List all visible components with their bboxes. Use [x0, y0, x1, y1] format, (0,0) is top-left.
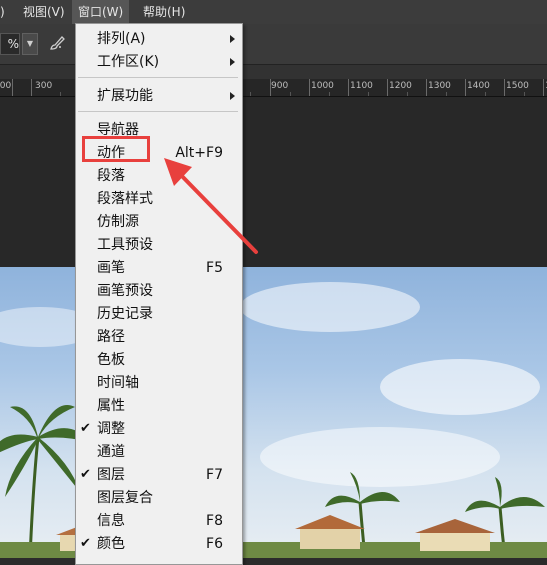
menu-item-shortcut: F6: [206, 536, 223, 552]
menu-item-shortcut: F8: [206, 513, 223, 529]
menu-item-workspace[interactable]: 工作区(K): [76, 51, 242, 73]
checkmark-icon: ✔: [80, 536, 91, 551]
submenu-arrow-icon: [230, 58, 235, 66]
checkmark-icon: ✔: [80, 421, 91, 436]
menu-view[interactable]: 视图(V): [17, 0, 71, 24]
menu-item-label: 属性: [97, 398, 125, 414]
menu-separator: [78, 77, 238, 78]
menu-bar: ) 视图(V) 窗口(W) 帮助(H): [0, 0, 547, 24]
menu-item-brush[interactable]: 画笔 F5: [76, 257, 242, 279]
menu-item-history[interactable]: 历史记录: [76, 303, 242, 325]
menu-item-label: 通道: [97, 444, 125, 460]
menu-item-color[interactable]: ✔ 颜色 F6: [76, 533, 242, 555]
menu-item-clone-source[interactable]: 仿制源: [76, 211, 242, 233]
ruler-label: 1400: [467, 81, 490, 91]
menu-item-label: 工作区(K): [97, 54, 160, 70]
menu-item-label: 扩展功能: [97, 88, 153, 104]
menu-item-shortcut: Alt+F9: [175, 145, 223, 161]
menu-item-brush-presets[interactable]: 画笔预设: [76, 280, 242, 302]
submenu-arrow-icon: [230, 92, 235, 100]
menu-item-label: 工具预设: [97, 237, 153, 253]
window-menu-dropdown: 排列(A) 工作区(K) 扩展功能 导航器 动作 Alt+F9 段落 段落样式 …: [75, 23, 243, 565]
menu-item-shortcut: F7: [206, 467, 223, 483]
menu-item-extensions[interactable]: 扩展功能: [76, 85, 242, 107]
menu-item-shortcut: F5: [206, 260, 223, 276]
menu-item-label: 画笔: [97, 260, 125, 276]
menu-item-label: 图层: [97, 467, 125, 483]
submenu-arrow-icon: [230, 35, 235, 43]
ruler-label: 900: [271, 81, 289, 91]
menu-item-label: 段落样式: [97, 191, 153, 207]
menu-item-layer-comps[interactable]: 图层复合: [76, 487, 242, 509]
ruler-label: 1300: [428, 81, 451, 91]
menu-item-tool-presets[interactable]: 工具预设: [76, 234, 242, 256]
menu-item-label: 历史记录: [97, 306, 153, 322]
menu-item-label: 信息: [97, 513, 125, 529]
annotation-highlight-box: [82, 136, 150, 162]
menu-item-label: 时间轴: [97, 375, 139, 391]
menu-separator: [78, 111, 238, 112]
menu-item-label: 调整: [97, 421, 125, 437]
menu-item-adjustments[interactable]: ✔ 调整: [76, 418, 242, 440]
ruler-label: 1000: [311, 81, 334, 91]
ruler-label: 1200: [389, 81, 412, 91]
menu-item-layers[interactable]: ✔ 图层 F7: [76, 464, 242, 486]
menu-item-paragraph-styles[interactable]: 段落样式: [76, 188, 242, 210]
menu-item-label: 图层复合: [97, 490, 153, 506]
ruler-label: 1100: [350, 81, 373, 91]
menu-window[interactable]: 窗口(W): [72, 0, 130, 24]
menu-item-timeline[interactable]: 时间轴: [76, 372, 242, 394]
menu-item-arrange[interactable]: 排列(A): [76, 28, 242, 50]
menu-partial-item[interactable]: ): [0, 0, 11, 24]
menu-item-label: 画笔预设: [97, 283, 153, 299]
menu-item-label: 段落: [97, 168, 125, 184]
checkmark-icon: ✔: [80, 467, 91, 482]
menu-item-label: 仿制源: [97, 214, 139, 230]
ruler-label: 300: [35, 81, 53, 91]
menu-help[interactable]: 帮助(H): [137, 0, 191, 24]
menu-item-paths[interactable]: 路径: [76, 326, 242, 348]
brush-icon[interactable]: [48, 34, 66, 52]
caret-down-icon[interactable]: ▼: [22, 33, 38, 55]
menu-item-label: 排列(A): [97, 31, 146, 47]
ruler-label: 200: [0, 81, 12, 91]
menu-item-label: 色板: [97, 352, 125, 368]
menu-item-label: 路径: [97, 329, 125, 345]
menu-item-channels[interactable]: 通道: [76, 441, 242, 463]
menu-item-properties[interactable]: 属性: [76, 395, 242, 417]
menu-item-label: 颜色: [97, 536, 125, 552]
menu-item-swatches[interactable]: 色板: [76, 349, 242, 371]
menu-item-paragraph[interactable]: 段落: [76, 165, 242, 187]
zoom-percent-field[interactable]: %: [0, 33, 20, 55]
menu-item-info[interactable]: 信息 F8: [76, 510, 242, 532]
ruler-label: 1500: [506, 81, 529, 91]
